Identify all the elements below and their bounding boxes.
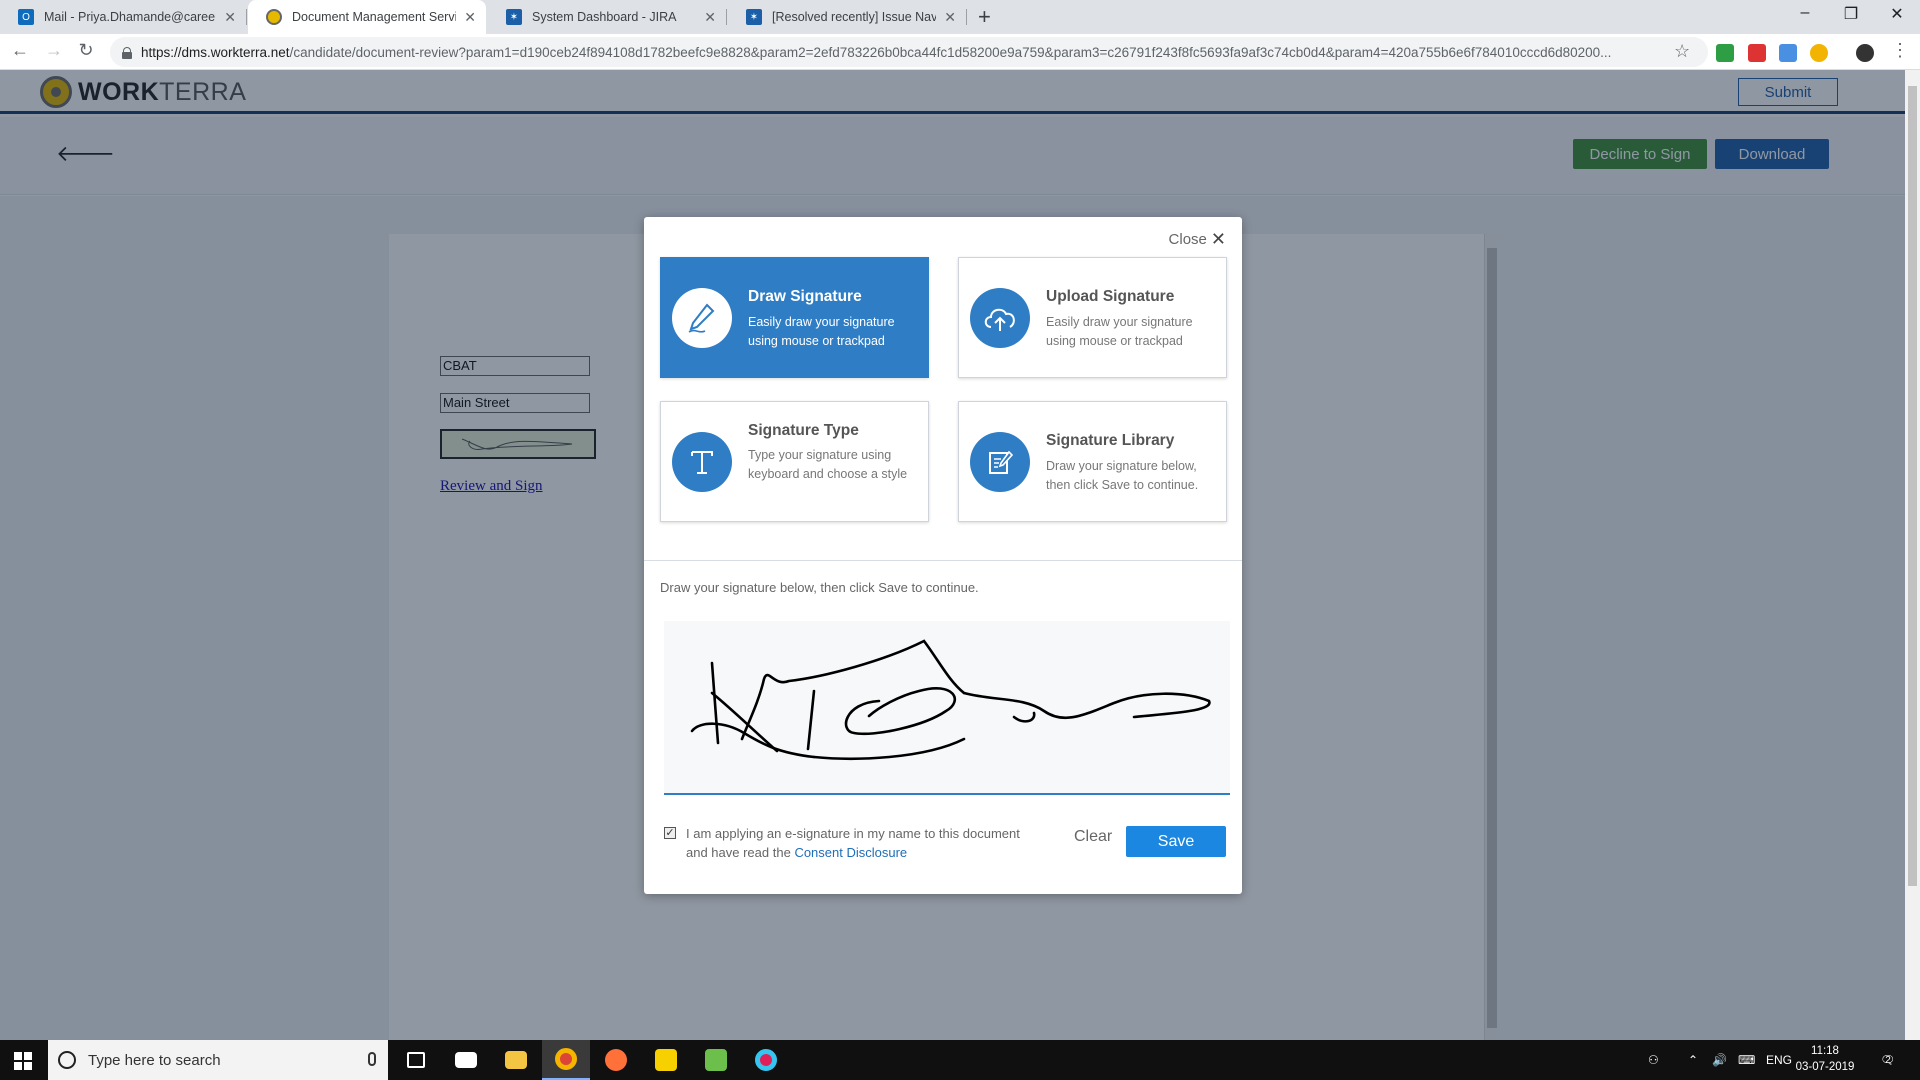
- new-tab-icon[interactable]: +: [978, 4, 991, 30]
- notifications-icon[interactable]: 🗨 2: [1880, 1040, 1895, 1080]
- signature-modal: Close ✕ Draw Signature Easily draw your …: [644, 217, 1242, 894]
- tab-close-icon[interactable]: ✕: [224, 9, 236, 26]
- tab-title: [Resolved recently] Issue Navigat: [772, 10, 937, 24]
- reload-icon[interactable]: ↻: [74, 40, 98, 61]
- draw-instruction: Draw your signature below, then click Sa…: [660, 580, 979, 595]
- text-type-icon: [672, 432, 732, 492]
- tab-jira-dashboard[interactable]: ✶ System Dashboard - JIRA ✕: [488, 0, 726, 34]
- close-label: Close: [1168, 231, 1207, 248]
- browser-tab-strip: O Mail - Priya.Dhamande@careerb ✕ Docume…: [0, 0, 1920, 34]
- tab-close-icon[interactable]: ✕: [704, 9, 716, 26]
- forward-icon[interactable]: →: [42, 40, 66, 61]
- option-description: Draw your signature below, then click Sa…: [1046, 459, 1199, 492]
- extension-sheets-icon[interactable]: [1716, 44, 1734, 62]
- signature-canvas[interactable]: [664, 621, 1230, 795]
- option-upload-signature[interactable]: Upload Signature Easily draw your signat…: [958, 257, 1227, 378]
- extension-chrome-icon[interactable]: [1810, 44, 1828, 62]
- keyboard-icon[interactable]: ⌨: [1738, 1040, 1755, 1080]
- option-description: Easily draw your signature using mouse o…: [1046, 315, 1193, 348]
- minimize-icon[interactable]: –: [1790, 4, 1820, 22]
- bookmark-star-icon[interactable]: ☆: [1674, 41, 1690, 62]
- tab-title: Document Management Service: [292, 10, 457, 24]
- modal-divider: [644, 560, 1242, 561]
- consent-text: I am applying an e-signature in my name …: [686, 824, 1034, 862]
- consent-disclosure-link[interactable]: Consent Disclosure: [794, 845, 907, 860]
- tray-chevron-icon[interactable]: ⌃: [1688, 1040, 1698, 1080]
- back-icon[interactable]: ←: [8, 40, 32, 61]
- workterra-icon: [266, 9, 282, 25]
- close-modal-button[interactable]: Close ✕: [1169, 229, 1226, 250]
- address-bar[interactable]: https://dms.workterra.net/candidate/docu…: [110, 37, 1708, 67]
- tab-close-icon[interactable]: ✕: [464, 9, 476, 26]
- mail-app-icon[interactable]: [442, 1040, 490, 1080]
- microphone-icon[interactable]: [368, 1052, 376, 1066]
- language-indicator[interactable]: ENG: [1766, 1040, 1792, 1080]
- option-title: Signature Type: [748, 422, 859, 439]
- jira-icon: ✶: [746, 9, 762, 25]
- extension-badge-icon[interactable]: [1779, 44, 1797, 62]
- consent-checkbox[interactable]: ✓: [664, 827, 676, 839]
- extension-shield-icon[interactable]: [1748, 44, 1766, 62]
- option-title: Draw Signature: [748, 288, 862, 305]
- people-icon[interactable]: ⚇: [1648, 1040, 1659, 1080]
- menu-kebab-icon[interactable]: ⋮: [1888, 40, 1912, 61]
- clock-time: 11:18: [1811, 1045, 1839, 1057]
- browser-toolbar: ← → ↻ https://dms.workterra.net/candidat…: [0, 34, 1920, 70]
- tab-jira-issues[interactable]: ✶ [Resolved recently] Issue Navigat ✕: [728, 0, 966, 34]
- library-icon: [970, 432, 1030, 492]
- chrome-taskbar-icon[interactable]: [542, 1040, 590, 1080]
- option-draw-signature[interactable]: Draw Signature Easily draw your signatur…: [660, 257, 929, 378]
- file-explorer-icon[interactable]: [492, 1040, 540, 1080]
- option-signature-type[interactable]: Signature Type Type your signature using…: [660, 401, 929, 522]
- option-description: Easily draw your signature using mouse o…: [748, 315, 895, 348]
- restore-icon[interactable]: ❐: [1836, 4, 1866, 24]
- search-icon: [58, 1051, 76, 1069]
- tab-mail[interactable]: O Mail - Priya.Dhamande@careerb ✕: [0, 0, 246, 34]
- windows-taskbar: Type here to search ⚇ ⌃ 🔊 ⌨ ENG 11:18 03…: [0, 1040, 1920, 1080]
- close-icon: ✕: [1210, 229, 1226, 249]
- system-clock[interactable]: 11:18 03-07-2019: [1790, 1043, 1860, 1075]
- taskbar-search[interactable]: Type here to search: [48, 1040, 388, 1080]
- url-host: https://dms.workterra.net: [141, 44, 290, 60]
- option-title: Signature Library: [1046, 432, 1175, 449]
- url-path: /candidate/document-review?param1=d190ce…: [289, 44, 1612, 60]
- option-title: Upload Signature: [1046, 288, 1175, 305]
- firefox-taskbar-icon[interactable]: [592, 1040, 640, 1080]
- tab-separator: [246, 9, 247, 25]
- clock-date: 03-07-2019: [1795, 1061, 1855, 1073]
- tab-close-icon[interactable]: ✕: [944, 9, 956, 26]
- tab-title: System Dashboard - JIRA: [532, 10, 677, 24]
- sticky-notes-icon[interactable]: [642, 1040, 690, 1080]
- option-signature-library[interactable]: Signature Library Draw your signature be…: [958, 401, 1227, 522]
- windows-start-icon[interactable]: [14, 1052, 32, 1070]
- profile-avatar[interactable]: [1856, 44, 1874, 62]
- option-description: Type your signature using keyboard and c…: [748, 448, 908, 481]
- save-button[interactable]: Save: [1126, 826, 1226, 857]
- lock-icon: [122, 46, 132, 59]
- tab-document-management[interactable]: Document Management Service ✕: [248, 0, 486, 34]
- drawn-signature: [690, 639, 1211, 760]
- window-close-icon[interactable]: ✕: [1882, 4, 1912, 24]
- outlook-icon: O: [18, 9, 34, 25]
- spreadsheet-app-icon[interactable]: [692, 1040, 740, 1080]
- volume-icon[interactable]: 🔊: [1712, 1040, 1727, 1080]
- consent-row: ✓ I am applying an e-signature in my nam…: [664, 824, 1034, 862]
- pen-icon: [672, 288, 732, 348]
- clear-button[interactable]: Clear: [1074, 828, 1112, 846]
- cloud-upload-icon: [970, 288, 1030, 348]
- notification-count: 2: [1885, 1054, 1891, 1066]
- jira-icon: ✶: [506, 9, 522, 25]
- slack-taskbar-icon[interactable]: [742, 1040, 790, 1080]
- page-scrollbar-thumb[interactable]: [1908, 86, 1917, 886]
- search-placeholder: Type here to search: [88, 1051, 221, 1069]
- page-scrollbar[interactable]: [1905, 70, 1920, 1040]
- task-view-icon[interactable]: [392, 1040, 440, 1080]
- tab-title: Mail - Priya.Dhamande@careerb: [44, 10, 217, 24]
- tab-separator: [726, 9, 727, 25]
- tab-separator: [966, 9, 967, 25]
